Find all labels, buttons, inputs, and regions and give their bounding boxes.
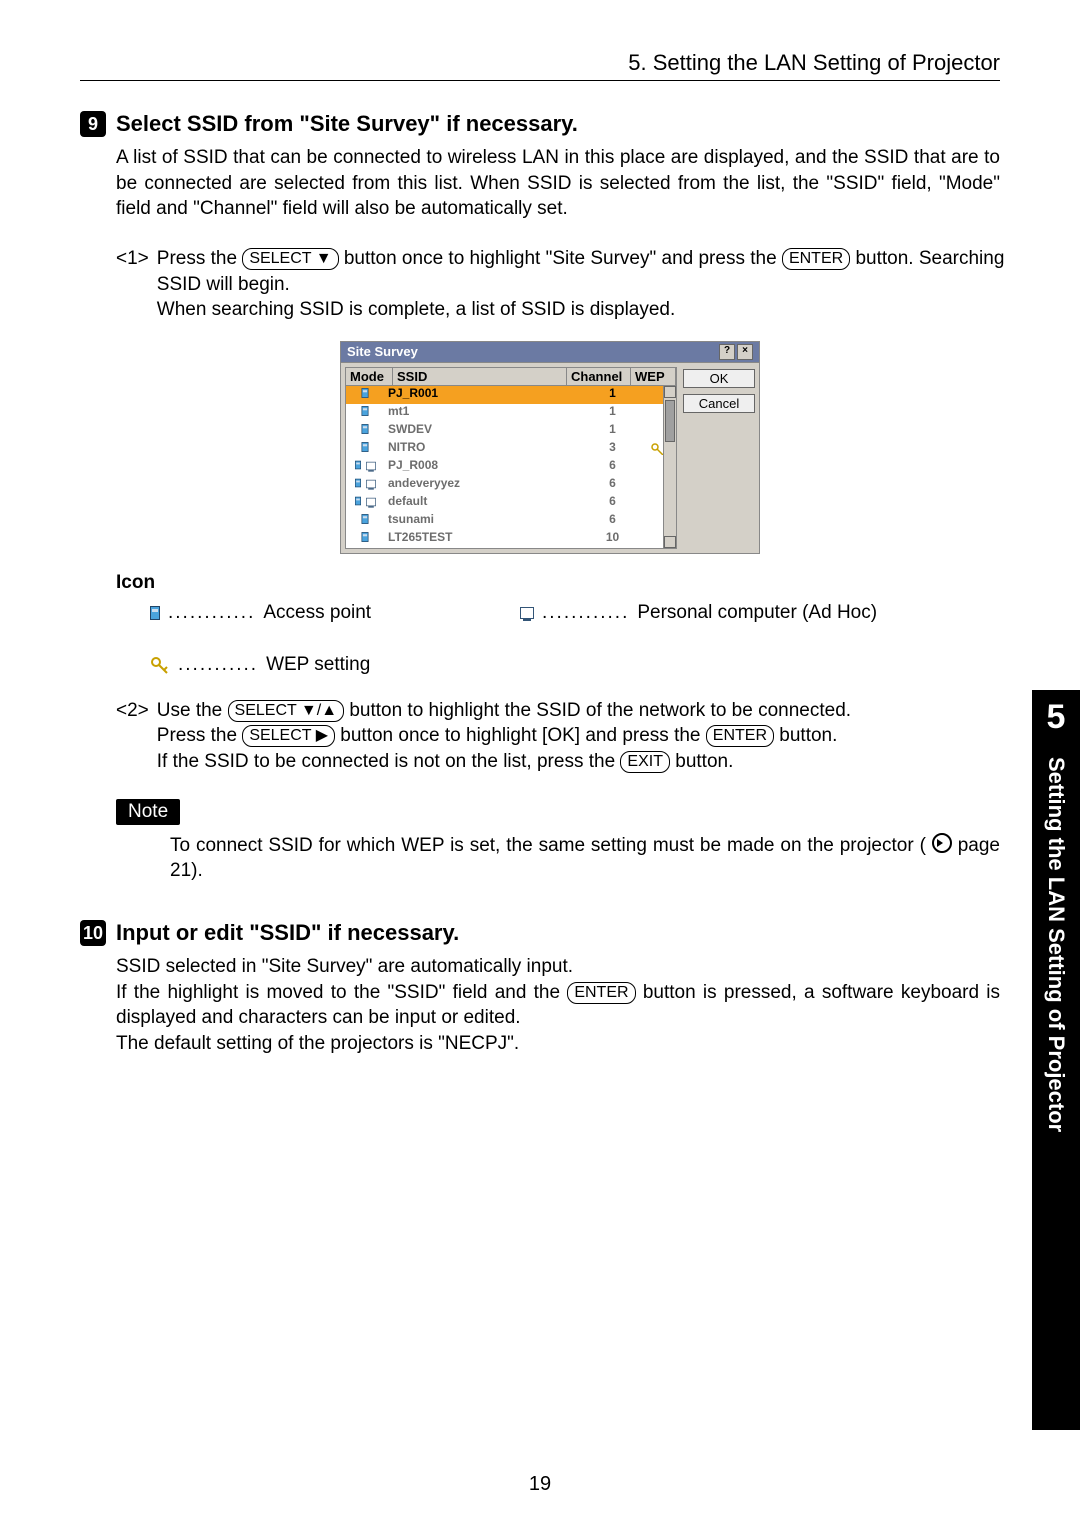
icon-heading: Icon xyxy=(116,572,1020,594)
chapter-header: 5. Setting the LAN Setting of Projector xyxy=(80,50,1000,81)
close-icon[interactable]: × xyxy=(737,344,753,360)
dots: ............ xyxy=(168,602,255,624)
ssid-row[interactable]: andeveryyez6 xyxy=(346,476,676,494)
sub2-text: button once to highlight [OK] and press … xyxy=(340,725,705,746)
help-icon[interactable]: ? xyxy=(719,344,735,360)
sub2-text: Use the xyxy=(157,700,228,721)
sub2-text: button to highlight the SSID of the netw… xyxy=(349,700,851,721)
ssid-row[interactable]: mt11 xyxy=(346,404,676,422)
step10-p2a: If the highlight is moved to the "SSID" … xyxy=(116,982,567,1003)
col-mode: Mode xyxy=(346,368,393,385)
page-number: 19 xyxy=(0,1473,1080,1496)
side-tab-text: Setting the LAN Setting of Projector xyxy=(1043,757,1069,1377)
substep-1-num: <1> xyxy=(116,246,149,323)
site-survey-window: Site Survey ? × Mode SSID Channel WEP PJ… xyxy=(340,341,760,554)
exit-button: EXIT xyxy=(620,751,670,773)
scroll-up-icon[interactable] xyxy=(664,386,676,398)
scrollbar[interactable] xyxy=(663,386,676,548)
ssid-row[interactable]: LT265TEST10 xyxy=(346,530,676,548)
ssid-list[interactable]: PJ_R0011mt11SWDEV1NITRO3PJ_R0086andevery… xyxy=(345,386,677,549)
sub2-text: If the SSID to be connected is not on th… xyxy=(157,751,621,772)
side-tab: 5 Setting the LAN Setting of Projector xyxy=(1032,690,1080,1430)
site-survey-title: Site Survey xyxy=(347,344,418,359)
cancel-button[interactable]: Cancel xyxy=(683,394,755,413)
step10-title: Input or edit "SSID" if necessary. xyxy=(116,920,459,946)
select-right-button: SELECT xyxy=(242,725,335,747)
dots: ............ xyxy=(542,602,629,624)
ssid-row[interactable]: default6 xyxy=(346,494,676,512)
ok-button[interactable]: OK xyxy=(683,369,755,388)
scroll-thumb[interactable] xyxy=(665,400,675,442)
access-point-icon xyxy=(150,606,160,620)
legend-ap: Access point xyxy=(263,602,371,624)
col-channel: Channel xyxy=(567,368,631,385)
sub1-text: Press the xyxy=(157,248,243,269)
substep-2-num: <2> xyxy=(116,698,149,775)
ssid-row[interactable]: PJ_R0011 xyxy=(346,386,676,404)
page-ref-icon xyxy=(932,833,952,853)
select-down-button: SELECT xyxy=(242,248,338,270)
step10-p3: The default setting of the projectors is… xyxy=(116,1031,1000,1057)
sub2-text: button. xyxy=(779,725,837,746)
select-updown-button: SELECT xyxy=(228,700,345,722)
side-tab-num: 5 xyxy=(1032,690,1080,737)
ssid-row[interactable]: SWDEV1 xyxy=(346,422,676,440)
enter-button: ENTER xyxy=(567,982,635,1004)
step-number-9: 9 xyxy=(80,111,106,137)
ssid-row[interactable]: tsunami6 xyxy=(346,512,676,530)
note-label: Note xyxy=(116,799,180,825)
scroll-down-icon[interactable] xyxy=(664,536,676,548)
enter-button: ENTER xyxy=(706,725,774,747)
ssid-row[interactable]: PJ_R0086 xyxy=(346,458,676,476)
enter-button: ENTER xyxy=(782,248,850,270)
step9-intro: A list of SSID that can be connected to … xyxy=(116,145,1000,222)
sub2-text: button. xyxy=(675,751,733,772)
step-number-10: 10 xyxy=(80,920,106,946)
note-text: To connect SSID for which WEP is set, th… xyxy=(170,835,932,856)
sub2-text: Press the xyxy=(157,725,243,746)
col-ssid: SSID xyxy=(393,368,567,385)
legend-pc: Personal computer (Ad Hoc) xyxy=(637,602,877,624)
pc-icon xyxy=(520,607,534,619)
ssid-row[interactable]: NITRO3 xyxy=(346,440,676,458)
wep-key-icon xyxy=(150,656,170,674)
legend-wep: WEP setting xyxy=(266,654,370,676)
step10-p1: SSID selected in "Site Survey" are autom… xyxy=(116,954,1000,980)
sub1-text: button once to highlight "Site Survey" a… xyxy=(344,248,782,269)
sub1-line3: When searching SSID is complete, a list … xyxy=(157,297,1020,323)
col-wep: WEP xyxy=(631,368,676,385)
step9-title: Select SSID from "Site Survey" if necess… xyxy=(116,111,578,137)
dots: ........... xyxy=(178,654,258,676)
